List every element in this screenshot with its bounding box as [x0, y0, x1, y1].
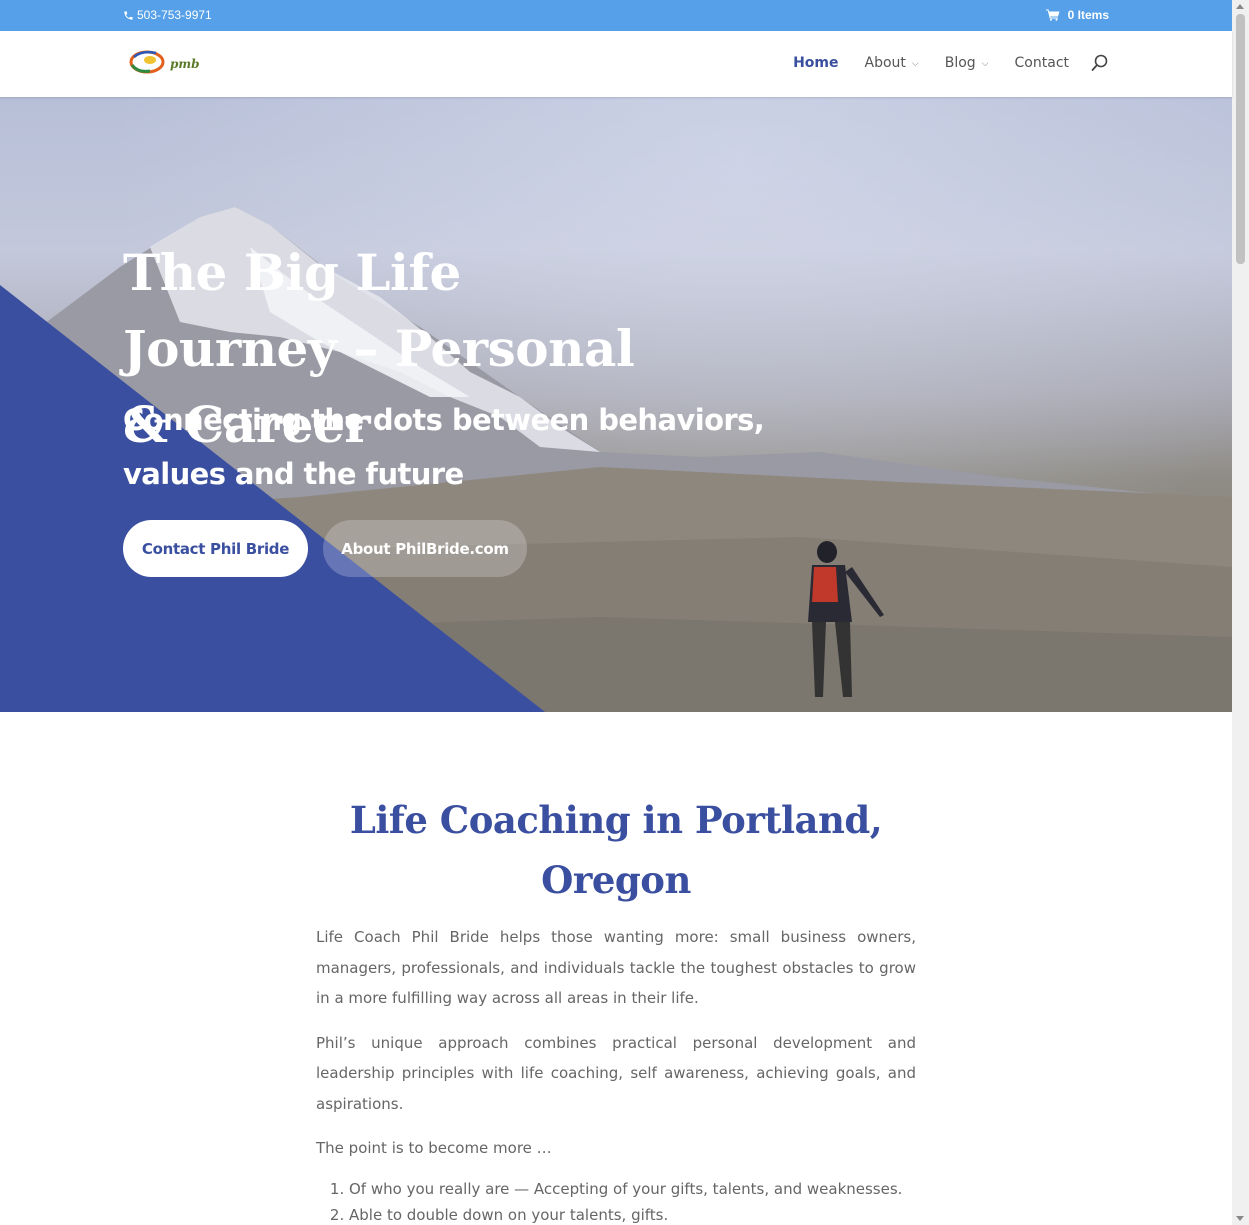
nav-home[interactable]: Home: [793, 55, 838, 71]
intro-section: Life Coaching in Portland, Oregon Life C…: [316, 790, 916, 1225]
phone-number: 503-753-9971: [137, 8, 212, 22]
scrollbar[interactable]: [1232, 0, 1249, 1225]
section-heading: Life Coaching in Portland, Oregon: [349, 798, 883, 902]
phone-icon: [123, 10, 134, 21]
nav-contact[interactable]: Contact: [1015, 55, 1069, 71]
about-button[interactable]: About PhilBride.com: [323, 520, 527, 577]
nav-about-label: About: [864, 55, 906, 71]
nav-home-label: Home: [793, 55, 839, 71]
nav-blog-label: Blog: [944, 55, 976, 71]
scrollbar-thumb[interactable]: [1236, 14, 1245, 264]
list-item: Of who you really are — Accepting of you…: [349, 1176, 916, 1202]
logo-mark: [128, 47, 168, 77]
scroll-up-icon[interactable]: [1236, 4, 1244, 9]
cart-link[interactable]: 0 Items: [1045, 8, 1109, 22]
list-item: Able to double down on your talents, gif…: [349, 1202, 916, 1225]
contact-button[interactable]: Contact Phil Bride: [123, 520, 308, 577]
phone-link[interactable]: 503-753-9971: [123, 8, 212, 22]
hero-section: The Big Life Journey – Personal & Career…: [0, 97, 1232, 712]
site-logo[interactable]: pmb: [128, 47, 199, 77]
cart-label: 0 Items: [1067, 8, 1109, 22]
main-nav: Home About ⌵ Blog ⌵ Contact: [793, 54, 1109, 72]
cart-icon: [1045, 9, 1060, 21]
intro-paragraph-3: The point is to become more …: [316, 1139, 552, 1157]
benefits-list: Of who you really are — Accepting of you…: [316, 1176, 916, 1225]
chevron-down-icon: ⌵: [981, 59, 989, 69]
chevron-down-icon: ⌵: [911, 59, 919, 69]
logo-text: pmb: [170, 57, 200, 71]
site-header: pmb Home About ⌵ Blog ⌵ Contact: [0, 31, 1232, 97]
scroll-down-icon[interactable]: [1236, 1216, 1244, 1221]
nav-contact-label: Contact: [1014, 55, 1069, 71]
nav-about[interactable]: About ⌵: [865, 55, 919, 71]
intro-paragraph-1: Life Coach Phil Bride helps those wantin…: [316, 928, 916, 1007]
top-bar: 503-753-9971 0 Items: [0, 0, 1232, 31]
search-icon[interactable]: [1091, 54, 1109, 72]
nav-blog[interactable]: Blog ⌵: [945, 55, 989, 71]
intro-paragraph-2: Phil’s unique approach combines practica…: [316, 1033, 916, 1113]
hero-subtitle: Connecting the dots between behaviors, v…: [123, 403, 765, 491]
